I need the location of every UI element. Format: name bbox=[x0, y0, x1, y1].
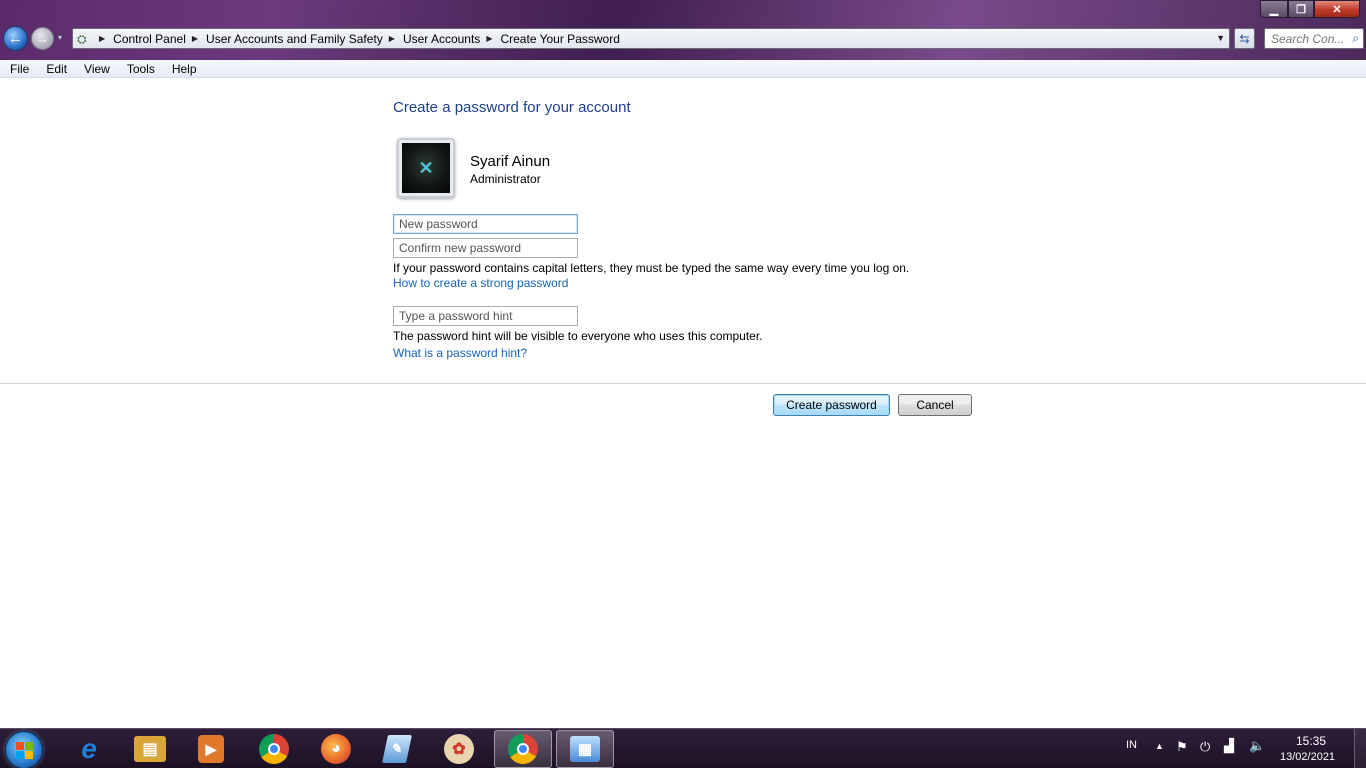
breadcrumb-user-accounts[interactable]: User Accounts bbox=[403, 32, 480, 46]
breadcrumb-control-panel[interactable]: Control Panel bbox=[113, 32, 186, 46]
back-button[interactable]: ← bbox=[3, 26, 28, 51]
taskbar-chrome-open[interactable] bbox=[494, 730, 552, 768]
menu-view[interactable]: View bbox=[74, 62, 117, 76]
power-icon[interactable]: ⏻ bbox=[1200, 739, 1210, 755]
maximize-button[interactable]: ❐ bbox=[1288, 0, 1314, 18]
refresh-icon: ⇆ bbox=[1239, 31, 1250, 46]
avatar-picture: ✕ bbox=[402, 143, 450, 193]
show-hidden-icons-icon[interactable]: ▲ bbox=[1155, 741, 1164, 751]
user-role: Administrator bbox=[470, 172, 541, 186]
chrome-icon bbox=[259, 734, 289, 764]
taskbar-chrome[interactable] bbox=[245, 730, 303, 768]
create-password-button[interactable]: Create password bbox=[773, 394, 890, 416]
clock-date[interactable]: 13/02/2021 bbox=[1280, 751, 1335, 763]
control-panel-icon: ⛭ bbox=[77, 31, 87, 46]
address-bar[interactable]: ⛭ ▶ Control Panel ▶ User Accounts and Fa… bbox=[72, 28, 1230, 49]
password-hint-field[interactable] bbox=[393, 306, 578, 326]
network-signal-icon[interactable]: ▟ bbox=[1224, 738, 1234, 754]
minimize-button[interactable]: ▁ bbox=[1260, 0, 1288, 18]
media-player-icon: ▶ bbox=[198, 735, 224, 763]
capital-letters-note: If your password contains capital letter… bbox=[393, 261, 910, 275]
window-controls: ▁ ❐ ✕ bbox=[1260, 0, 1360, 18]
folder-icon: ▤ bbox=[134, 736, 166, 762]
recent-pages-dropdown-icon[interactable]: ▾ bbox=[58, 33, 62, 42]
cancel-button[interactable]: Cancel bbox=[898, 394, 972, 416]
breadcrumb-separator-icon[interactable]: ▶ bbox=[99, 34, 105, 43]
menu-edit[interactable]: Edit bbox=[36, 62, 74, 76]
notepad-icon: ✎ bbox=[382, 735, 412, 763]
breadcrumb-separator-icon[interactable]: ▶ bbox=[486, 34, 492, 43]
forward-button[interactable]: → bbox=[31, 27, 54, 50]
volume-icon[interactable]: 🔈 bbox=[1249, 738, 1265, 754]
control-panel-icon: ▦ bbox=[570, 736, 600, 762]
clock-time[interactable]: 15:35 bbox=[1296, 734, 1326, 748]
password-hint-note: The password hint will be visible to eve… bbox=[393, 329, 763, 343]
confirm-password-field[interactable] bbox=[393, 238, 578, 258]
taskbar-media-player[interactable]: ▶ bbox=[182, 730, 240, 768]
breadcrumb-create-your-password[interactable]: Create Your Password bbox=[500, 32, 619, 46]
user-avatar: ✕ bbox=[397, 138, 455, 198]
close-button[interactable]: ✕ bbox=[1314, 0, 1360, 18]
breadcrumb-separator-icon[interactable]: ▶ bbox=[192, 34, 198, 43]
new-password-field[interactable] bbox=[393, 214, 578, 234]
strong-password-link[interactable]: How to create a strong password bbox=[393, 276, 568, 290]
taskbar-firefox[interactable]: ◕ bbox=[307, 730, 365, 768]
chrome-icon bbox=[508, 734, 538, 764]
page-title: Create a password for your account bbox=[393, 99, 631, 116]
taskbar-paint[interactable]: ✿ bbox=[430, 730, 488, 768]
taskbar-control-panel[interactable]: ▦ bbox=[556, 730, 614, 768]
internet-explorer-icon: e bbox=[81, 733, 97, 764]
password-hint-help-link[interactable]: What is a password hint? bbox=[393, 346, 527, 360]
address-dropdown-icon[interactable]: ▼ bbox=[1216, 33, 1225, 43]
menu-file[interactable]: File bbox=[0, 62, 36, 76]
search-box[interactable]: ⌕ bbox=[1264, 28, 1364, 49]
search-icon[interactable]: ⌕ bbox=[1352, 31, 1359, 46]
taskbar-internet-explorer[interactable]: e bbox=[60, 730, 118, 768]
menu-help[interactable]: Help bbox=[162, 62, 204, 76]
windows-logo-icon bbox=[15, 741, 33, 759]
paint-icon: ✿ bbox=[444, 734, 474, 764]
taskbar-windows-explorer[interactable]: ▤ bbox=[121, 730, 179, 768]
breadcrumb-user-accounts-family-safety[interactable]: User Accounts and Family Safety bbox=[206, 32, 383, 46]
action-center-flag-icon[interactable]: ⚑ bbox=[1176, 739, 1188, 755]
refresh-button[interactable]: ⇆ bbox=[1234, 28, 1255, 49]
user-name: Syarif Ainun bbox=[470, 153, 551, 170]
taskbar-notepad[interactable]: ✎ bbox=[368, 730, 426, 768]
content-separator bbox=[0, 383, 1366, 384]
firefox-icon: ◕ bbox=[321, 734, 351, 764]
start-button[interactable] bbox=[5, 731, 43, 768]
show-desktop-button[interactable] bbox=[1354, 729, 1366, 768]
breadcrumb-separator-icon[interactable]: ▶ bbox=[389, 34, 395, 43]
language-indicator[interactable]: IN bbox=[1126, 739, 1137, 751]
search-input[interactable] bbox=[1271, 31, 1345, 46]
menu-bar: File Edit View Tools Help bbox=[0, 60, 1366, 78]
menu-tools[interactable]: Tools bbox=[117, 62, 162, 76]
